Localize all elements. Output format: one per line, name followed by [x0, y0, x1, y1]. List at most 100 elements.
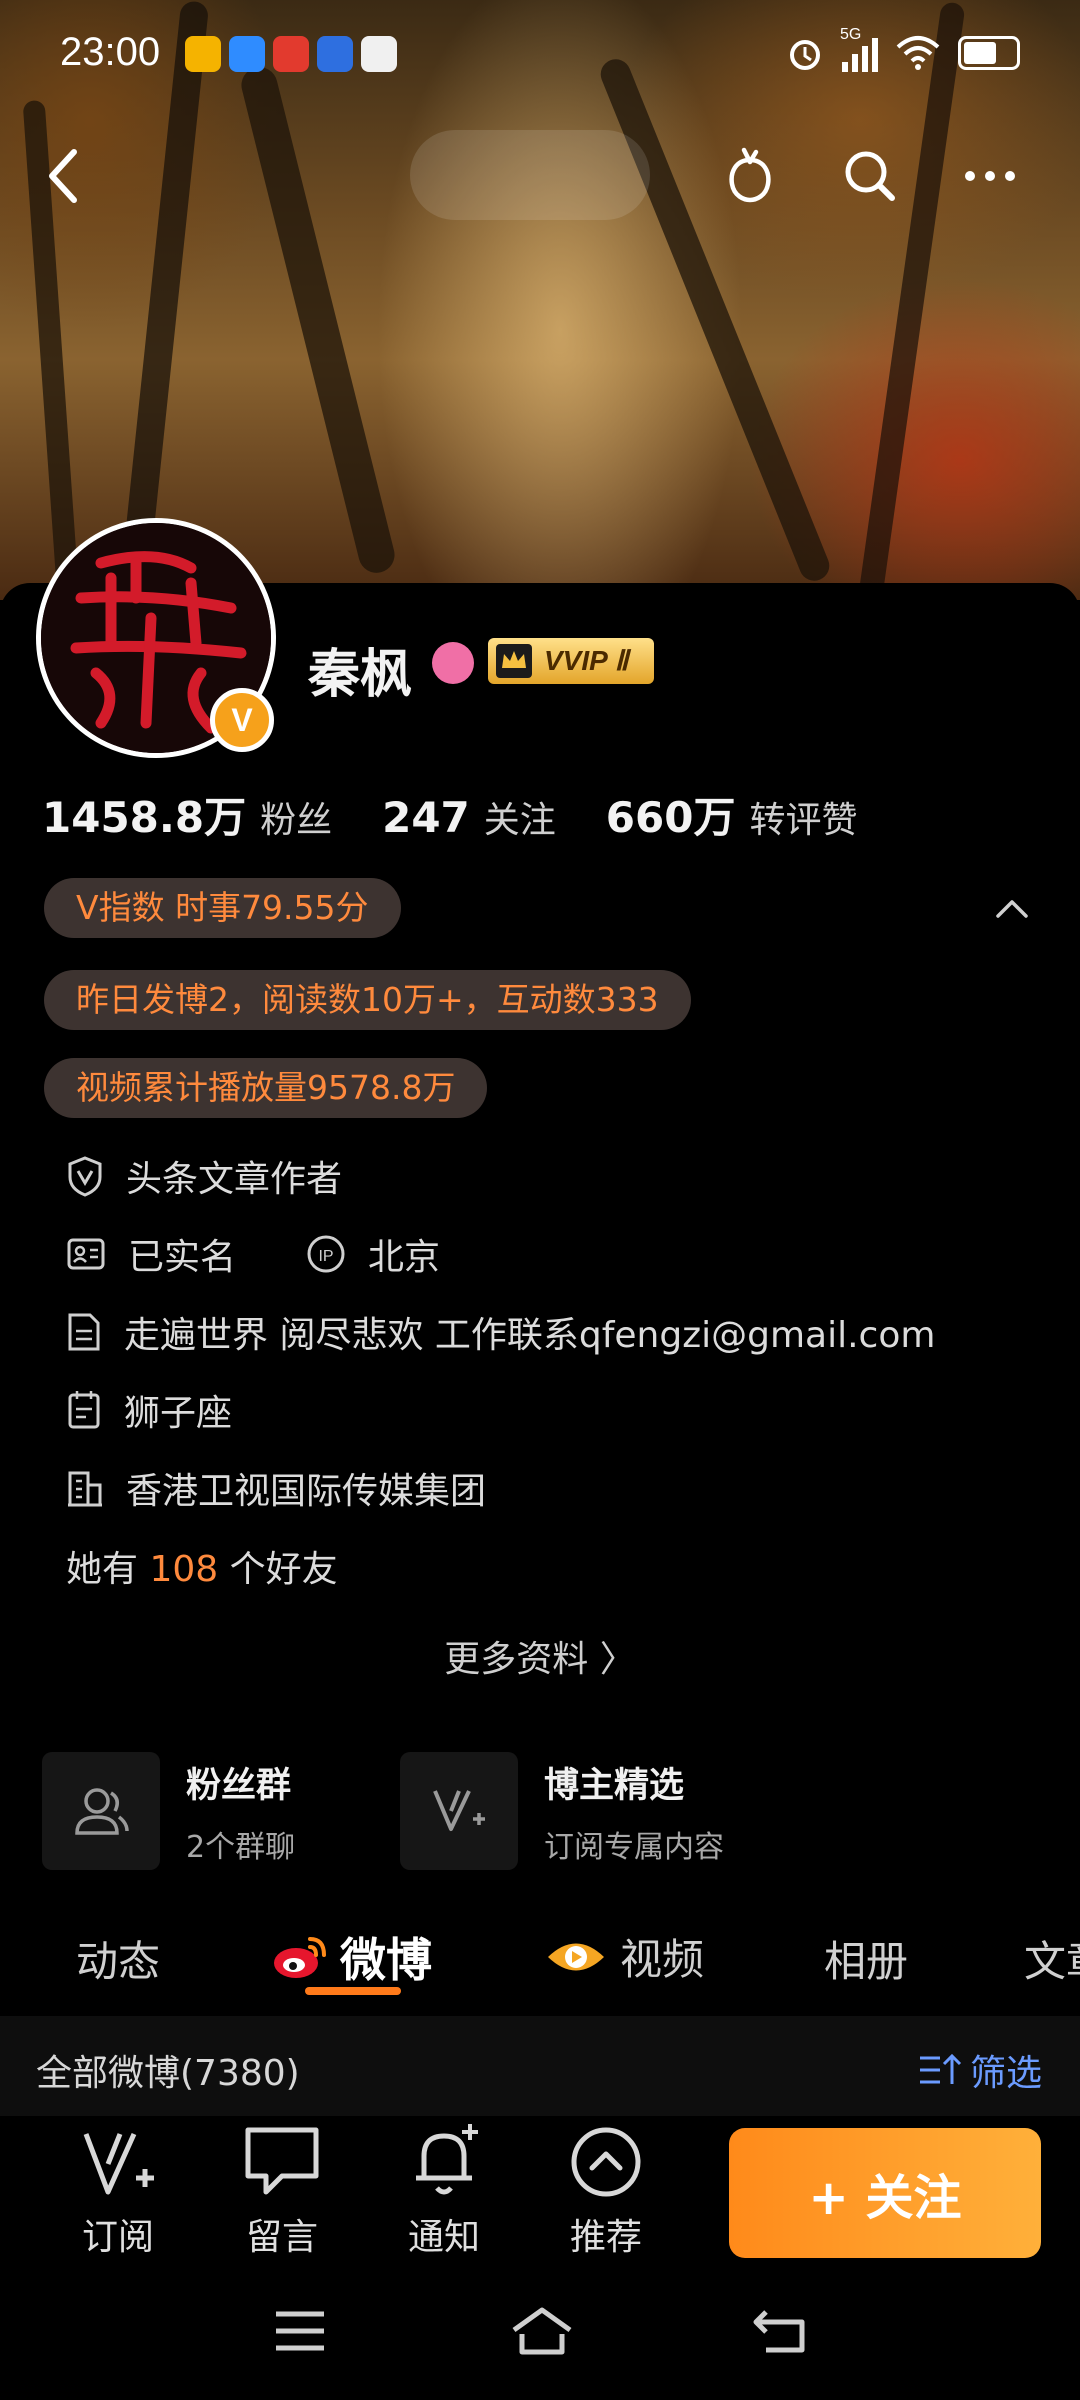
v-plus-subscribe-icon	[83, 2132, 154, 2195]
topic-badge-icon[interactable]	[432, 642, 474, 684]
tab-weibo-label: 微博	[340, 1933, 432, 1987]
blogger-picks-title: 博主精选	[544, 1765, 685, 1806]
menu-icon[interactable]	[272, 2306, 328, 2356]
super-topic-icon[interactable]	[722, 146, 778, 206]
info-zodiac: 狮子座	[66, 1384, 232, 1436]
building-icon	[68, 1471, 102, 1507]
real-name-label: 已实名	[128, 1237, 237, 1278]
fan-group-icon-box	[42, 1752, 160, 1870]
id-card-icon	[67, 1238, 105, 1270]
blogger-picks-subtitle: 订阅专属内容	[544, 1829, 724, 1865]
post-filter-bar: 全部微博(7380) 筛选	[0, 2016, 1080, 2116]
interactions-label[interactable]: 转评赞	[749, 791, 857, 843]
friends-suffix: 个好友	[218, 1549, 338, 1590]
ip-location-label: 北京	[368, 1237, 441, 1278]
vvip-badge[interactable]: VVIP Ⅱ	[488, 638, 655, 684]
fan-group-subtitle: 2个群聊	[186, 1829, 296, 1865]
wifi-icon	[896, 36, 940, 70]
following-count[interactable]: 247	[382, 793, 470, 842]
fan-group-card[interactable]: 粉丝群 2个群聊	[42, 1752, 295, 1870]
message-icon	[245, 2127, 319, 2195]
filter-button[interactable]: 筛选	[918, 2044, 1042, 2096]
notify-label: 通知	[407, 2217, 480, 2258]
info-bio: 走遍世界 阅尽悲欢 工作联系qfengzi@gmail.com	[66, 1306, 935, 1358]
tab-weibo[interactable]: 微博	[270, 1924, 432, 1990]
zodiac-label: 狮子座	[124, 1393, 233, 1434]
tab-dynamics-label: 动态	[76, 1937, 161, 1986]
back-system-icon[interactable]	[752, 2306, 812, 2356]
info-company: 香港卫视国际传媒集团	[66, 1462, 486, 1514]
ip-icon: IP	[307, 1235, 345, 1273]
subscribe-label: 订阅	[81, 2217, 154, 2258]
verified-badge-letter: V	[231, 701, 253, 738]
filter-icon	[919, 2053, 962, 2084]
bell-plus-icon	[416, 2124, 478, 2195]
friends-prefix: 她有	[66, 1549, 150, 1590]
top-navigation	[0, 130, 1080, 220]
chevron-up-icon[interactable]	[992, 888, 1032, 928]
system-navigation-bar	[0, 2276, 1080, 2400]
network-type: 5G	[840, 26, 862, 43]
v-plus-icon	[433, 1790, 485, 1831]
subscribe-button[interactable]: 订阅	[58, 2124, 178, 2260]
crown-icon	[496, 644, 532, 678]
document-icon	[68, 1313, 100, 1351]
status-time: 23:00	[60, 30, 161, 74]
tab-dynamics[interactable]: 动态	[76, 1928, 160, 1989]
status-bar: 23:00 5G	[0, 0, 1080, 110]
fan-group-title: 粉丝群	[186, 1765, 292, 1806]
tab-album[interactable]: 相册	[824, 1928, 908, 1989]
blogger-picks-icon-box	[400, 1752, 518, 1870]
interactions-count[interactable]: 660万	[606, 784, 736, 845]
followers-count[interactable]: 1458.8万	[42, 784, 246, 845]
more-info-link[interactable]: 更多资料 〉	[0, 1630, 1080, 1682]
info-author: 头条文章作者	[66, 1150, 342, 1202]
recommend-button[interactable]: 推荐	[546, 2124, 666, 2260]
more-icon[interactable]	[960, 146, 1020, 206]
tab-video-label: 视频	[620, 1935, 705, 1984]
info-real-name: 已实名 IP 北京	[66, 1228, 440, 1280]
bottom-action-bar: 订阅 留言 通知 推荐 + 关注	[0, 2116, 1080, 2276]
cloud-notification-icon	[229, 36, 265, 72]
video-plays-pill[interactable]: 视频累计播放量9578.8万	[44, 1058, 488, 1118]
toutiao-notification-icon	[273, 36, 309, 72]
alarm-icon	[790, 40, 820, 70]
recommend-label: 推荐	[569, 2217, 642, 2258]
v-index-pill[interactable]: V指数 时事79.55分	[44, 878, 401, 938]
battery-icon	[958, 36, 1020, 70]
tab-articles-label: 文章	[1024, 1937, 1080, 1986]
blogger-picks-card[interactable]: 博主精选 订阅专属内容	[400, 1752, 724, 1870]
active-tab-indicator	[305, 1987, 401, 1995]
weibo-logo-icon	[274, 1937, 326, 1978]
chevron-up-circle-icon	[571, 2127, 641, 2197]
notify-button[interactable]: 通知	[384, 2124, 504, 2260]
app-notification-icon	[361, 36, 397, 72]
message-button[interactable]: 留言	[222, 2124, 342, 2260]
notification-icons	[185, 36, 397, 72]
yesterday-stats-pill[interactable]: 昨日发博2，阅读数10万+，互动数333	[44, 970, 691, 1030]
verified-badge: V	[210, 688, 274, 752]
tab-articles[interactable]: 文章	[1024, 1928, 1080, 1989]
author-label: 头条文章作者	[126, 1159, 343, 1200]
profile-tabs: 动态 微博 视频 相册 文章	[0, 1910, 1080, 2006]
company-label: 香港卫视国际传媒集团	[126, 1471, 487, 1512]
tab-video[interactable]: 视频	[544, 1926, 704, 1987]
back-icon[interactable]	[38, 146, 94, 206]
message-label: 留言	[245, 2217, 318, 2258]
filter-label: 筛选	[969, 2053, 1042, 2094]
friends-count[interactable]: 她有 108 个好友	[66, 1540, 338, 1592]
followers-label[interactable]: 粉丝	[260, 791, 332, 843]
search-icon[interactable]	[840, 146, 900, 206]
home-icon[interactable]	[510, 2306, 574, 2356]
svg-text:IP: IP	[318, 1248, 333, 1265]
follow-button[interactable]: + 关注	[729, 2128, 1041, 2258]
weibo-notification-icon	[185, 36, 221, 72]
vvip-label: VVIP Ⅱ	[544, 645, 629, 676]
tab-album-label: 相册	[824, 1937, 909, 1986]
header-title-pill	[410, 130, 650, 220]
bio-text: 走遍世界 阅尽悲欢 工作联系qfengzi@gmail.com	[124, 1315, 936, 1356]
video-logo-icon	[548, 1943, 604, 1970]
all-posts-label[interactable]: 全部微博(7380)	[36, 2044, 300, 2096]
following-label[interactable]: 关注	[484, 791, 556, 843]
profile-stats: 1458.8万 粉丝 247 关注 660万 转评赞	[42, 784, 907, 845]
